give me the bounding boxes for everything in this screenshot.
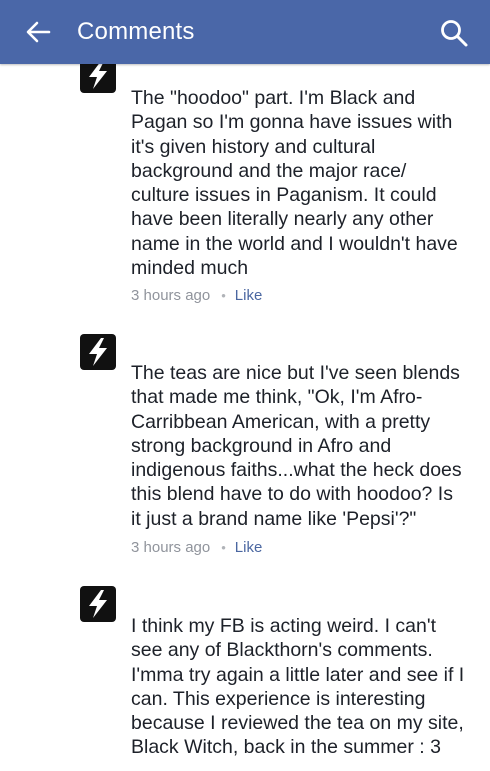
search-button[interactable] [437, 16, 471, 50]
comment-text: The "hoodoo" part. I'm Black and Pagan s… [131, 87, 458, 280]
search-icon [441, 20, 468, 47]
meta-separator: • [221, 288, 226, 303]
arrow-left-icon [26, 21, 51, 43]
commenter-avatar[interactable] [79, 333, 117, 371]
commenter-avatar[interactable] [79, 585, 117, 623]
comment-meta: 3 hours ago • Like [131, 286, 262, 306]
meta-separator: • [221, 540, 226, 555]
comment-text: I think my FB is acting weird. I can't s… [131, 615, 465, 759]
like-link[interactable]: Like [235, 539, 263, 556]
comment-text: The teas are nice but I've seen blends t… [131, 362, 462, 530]
comment-timestamp: 3 hours ago [131, 287, 211, 304]
back-button[interactable] [22, 16, 54, 48]
comments-feed[interactable]: The "hoodoo" part. I'm Black and Pagan s… [0, 0, 490, 771]
lightning-bolt-icon [80, 586, 116, 622]
comment-timestamp: 3 hours ago [131, 539, 211, 556]
page-title: Comments [77, 18, 195, 45]
lightning-bolt-icon [80, 334, 116, 370]
app-header: Comments [0, 0, 490, 64]
like-link[interactable]: Like [235, 287, 263, 304]
comment-meta: 3 hours ago • Like [131, 538, 262, 558]
